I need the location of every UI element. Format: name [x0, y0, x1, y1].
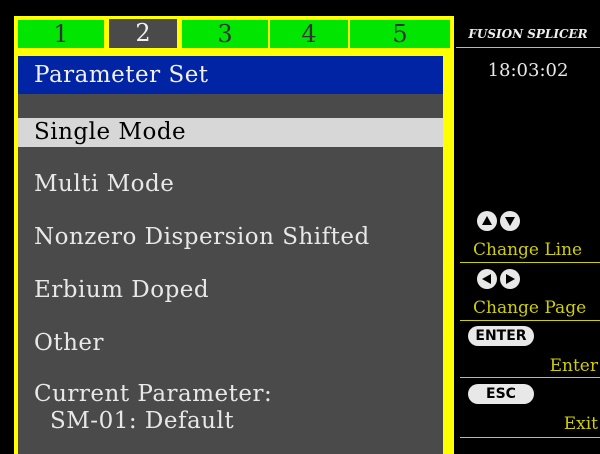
divider — [460, 320, 600, 321]
current-parameter-value: SM-01: Default — [50, 408, 235, 434]
change-line-label: Change Line — [473, 240, 583, 260]
menu-item-other[interactable]: Other — [34, 330, 104, 356]
tab-3[interactable]: 3 — [182, 20, 268, 48]
menu-item-single-mode[interactable]: Single Mode — [34, 119, 186, 145]
menu-item-multi-mode[interactable]: Multi Mode — [34, 171, 174, 197]
esc-key[interactable]: ESC — [468, 384, 534, 404]
left-arrow-icon[interactable] — [477, 269, 497, 289]
tab-4[interactable]: 4 — [270, 20, 348, 48]
divider — [460, 437, 600, 438]
right-arrow-icon[interactable] — [500, 269, 520, 289]
change-page-label: Change Page — [473, 298, 587, 318]
clock: 18:03:02 — [487, 60, 569, 81]
enter-label: Enter — [549, 356, 598, 376]
divider — [460, 262, 600, 263]
tab-bar: 1 2 3 4 5 — [18, 16, 450, 48]
page-title: Parameter Set — [18, 56, 443, 94]
down-arrow-icon[interactable] — [500, 211, 520, 231]
exit-label: Exit — [563, 414, 598, 434]
current-parameter-label: Current Parameter: — [34, 381, 273, 407]
menu-item-nonzero-dispersion-shifted[interactable]: Nonzero Dispersion Shifted — [34, 224, 370, 250]
tab-5[interactable]: 5 — [350, 20, 450, 48]
divider — [460, 377, 600, 378]
menu-item-erbium-doped[interactable]: Erbium Doped — [34, 277, 209, 303]
up-arrow-icon[interactable] — [477, 211, 497, 231]
tab-1[interactable]: 1 — [18, 20, 104, 48]
enter-key[interactable]: ENTER — [468, 326, 534, 346]
brand-label: FUSION SPLICER — [456, 20, 600, 48]
tab-2[interactable]: 2 — [106, 16, 180, 48]
